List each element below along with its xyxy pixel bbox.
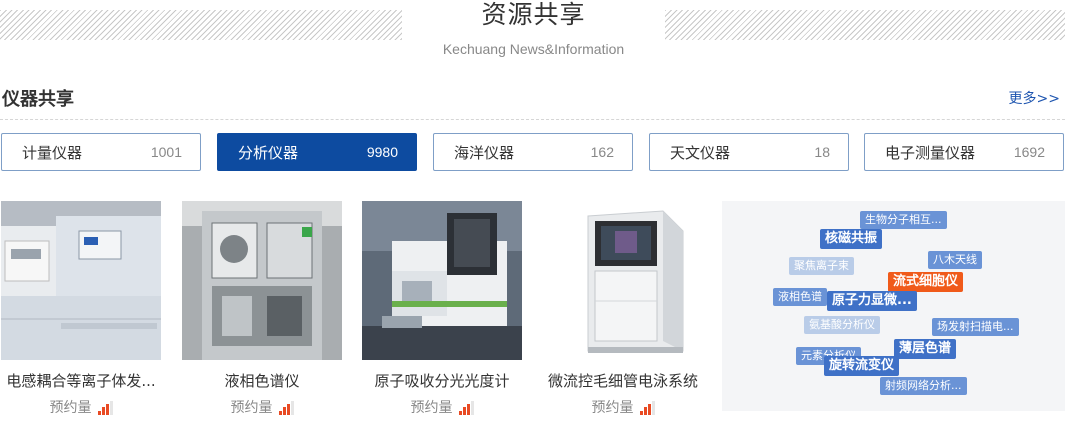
instrument-name: 电感耦合等离子体发...	[6, 372, 156, 390]
section-title: 资源共享	[481, 0, 586, 29]
appointment-label: 预约量	[410, 400, 453, 416]
tab-count: 162	[590, 144, 614, 160]
appointment-count: 预约量	[182, 397, 342, 417]
appointment-count: 预约量	[1, 397, 161, 417]
appointment-label: 预约量	[230, 400, 273, 416]
appointment-label: 预约量	[49, 400, 92, 416]
more-link[interactable]: 更多>>	[1009, 88, 1060, 108]
category-title: 仪器共享	[2, 89, 74, 110]
tab-marine[interactable]: 海洋仪器 162	[433, 133, 633, 171]
tag-cloud-item[interactable]: 薄层色谱	[894, 339, 957, 359]
tab-label: 天文仪器	[670, 143, 731, 162]
tag-cloud-item[interactable]: 氨基酸分析仪	[804, 316, 880, 334]
tag-cloud-item[interactable]: 旋转流变仪	[824, 356, 900, 376]
signal-bars-icon	[278, 401, 294, 415]
appointment-label: 预约量	[591, 400, 634, 416]
decorative-hatch-left	[0, 10, 402, 40]
tag-cloud-item[interactable]: 生物分子相互...	[860, 211, 947, 229]
tab-label: 分析仪器	[238, 143, 299, 162]
instrument-card[interactable]: 电感耦合等离子体发... 预约量	[1, 201, 161, 417]
signal-bars-icon	[639, 401, 655, 415]
section-subtitle: Kechuang News&Information	[442, 41, 625, 57]
signal-bars-icon	[97, 401, 113, 415]
instrument-name: 原子吸收分光光度计	[374, 372, 510, 390]
liquid-chromatograph-image[interactable]	[182, 201, 342, 360]
atomic-absorption-image[interactable]	[362, 201, 522, 360]
instrument-tag-cloud: 生物分子相互... 核磁共振 八木天线 聚焦离子束 流式细胞仪 液相色谱 原子力…	[722, 201, 1065, 411]
tab-electronic-measurement[interactable]: 电子测量仪器 1692	[864, 133, 1064, 171]
tab-label: 海洋仪器	[454, 143, 515, 162]
icp-instrument-image[interactable]	[1, 201, 161, 360]
signal-bars-icon	[458, 401, 474, 415]
tab-count: 18	[814, 144, 830, 160]
instrument-card[interactable]: 微流控毛细管电泳系统 预约量	[543, 201, 703, 417]
tag-cloud-item[interactable]: 液相色谱	[773, 288, 827, 306]
tag-cloud-item[interactable]: 原子力显微...	[827, 291, 917, 311]
tag-cloud-item[interactable]: 射频网络分析...	[880, 377, 967, 395]
decorative-hatch-right	[665, 10, 1065, 40]
tag-cloud-item[interactable]: 场发射扫描电...	[932, 318, 1019, 336]
tab-metrology[interactable]: 计量仪器 1001	[1, 133, 201, 171]
tag-cloud-item[interactable]: 八木天线	[928, 251, 982, 269]
tab-label: 计量仪器	[22, 143, 83, 162]
dashed-divider	[0, 119, 1065, 120]
instrument-card[interactable]: 液相色谱仪 预约量	[182, 201, 342, 417]
tab-count: 1001	[150, 144, 182, 160]
tag-cloud-item[interactable]: 流式细胞仪	[888, 272, 964, 292]
tab-count: 9980	[366, 144, 398, 160]
tab-label: 电子测量仪器	[885, 143, 976, 162]
tag-cloud-item[interactable]: 核磁共振	[820, 229, 883, 249]
instrument-name: 液相色谱仪	[224, 372, 300, 390]
tab-analysis[interactable]: 分析仪器 9980	[217, 133, 417, 171]
tag-cloud-item[interactable]: 聚焦离子束	[789, 257, 854, 275]
capillary-electrophoresis-image[interactable]	[543, 201, 703, 360]
category-tabs: 计量仪器 1001 分析仪器 9980 海洋仪器 162 天文仪器 18 电子测…	[0, 133, 1065, 173]
appointment-count: 预约量	[543, 397, 703, 417]
tab-count: 1692	[1013, 144, 1045, 160]
appointment-count: 预约量	[362, 397, 522, 417]
tab-astronomy[interactable]: 天文仪器 18	[649, 133, 849, 171]
instrument-name: 微流控毛细管电泳系统	[547, 372, 698, 390]
instrument-card[interactable]: 原子吸收分光光度计 预约量	[362, 201, 522, 417]
